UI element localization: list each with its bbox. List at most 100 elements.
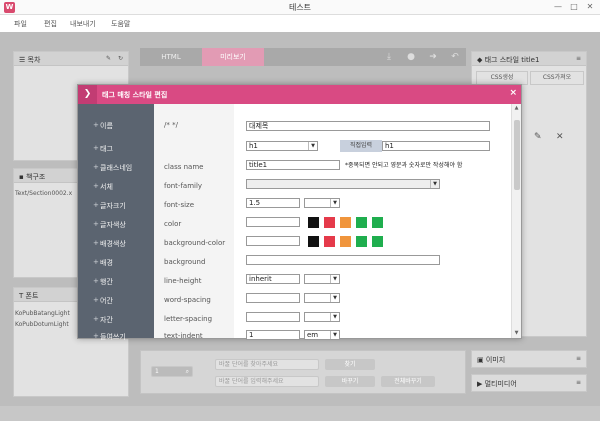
line-height-unit-select[interactable]: ▼ [304, 274, 340, 284]
tab-preview[interactable]: 미리보기 [202, 48, 264, 66]
dialog-scrollbar[interactable]: ▲ ▼ [511, 104, 521, 338]
fonts-title: T 폰트 [19, 292, 39, 300]
word-spacing-input[interactable] [246, 293, 300, 303]
search-scope[interactable]: 1 ⌕ [151, 366, 193, 377]
color-swatch-orange[interactable] [340, 217, 351, 228]
bg-swatch-green[interactable] [372, 236, 383, 247]
edit-icon[interactable]: ✎ [106, 55, 111, 62]
chevron-down-icon: ▼ [430, 180, 439, 188]
chevron-down-icon: ▼ [330, 275, 339, 283]
replace-input[interactable]: 바꿀 단어를 입력해주세요 [215, 376, 319, 387]
text-indent-input[interactable]: 1 [246, 330, 300, 340]
maximize-icon[interactable]: □ [568, 1, 580, 13]
css-import-button[interactable]: CSS가져오 [530, 71, 584, 85]
dialog-nav: 이름 태그 클래스네임 서체 글자크기 글자색상 배경색상 배경 행간 어간 자… [78, 104, 154, 341]
nav-item-color[interactable]: 글자색상 [93, 220, 126, 230]
color-swatch-black[interactable] [308, 217, 319, 228]
class-name-input[interactable]: title1 [246, 160, 340, 170]
book-structure-title: ▪ 책구조 [19, 173, 46, 181]
menu-icon[interactable]: ≡ [576, 379, 581, 386]
bg-swatch-black[interactable] [308, 236, 319, 247]
direct-tag-input[interactable]: h1 [382, 141, 490, 151]
background-input[interactable] [246, 255, 440, 265]
nav-item-word-spacing[interactable]: 어간 [93, 296, 113, 306]
refresh-icon[interactable]: ↻ [118, 55, 123, 62]
font-family-select[interactable]: ▼ [246, 179, 440, 189]
menu-edit[interactable]: 편집 [44, 19, 57, 29]
nav-item-bg-color[interactable]: 배경색상 [93, 239, 126, 249]
menu-export[interactable]: 내보내기 [70, 19, 96, 29]
font-size-input[interactable]: 1.5 [246, 198, 300, 208]
minimize-icon[interactable]: — [552, 1, 564, 13]
property-value-column: 대제목 h1 ▼ 직접입력 h1 title1 *중복되면 안되고 영문과 숫자로… [234, 104, 511, 340]
color-swatch-green[interactable] [356, 217, 367, 228]
letter-spacing-unit-select[interactable]: ▼ [304, 312, 340, 322]
color-swatch-red[interactable] [324, 217, 335, 228]
font-item[interactable]: KoPubBatangLight [15, 310, 70, 317]
find-input[interactable]: 바꿀 단어를 찾아주세요 [215, 359, 319, 370]
toc-title: ☰ 목차 [19, 56, 41, 64]
nav-item-font[interactable]: 서체 [93, 182, 113, 192]
book-file-path[interactable]: Text/Section0002.x [15, 190, 72, 197]
image-panel: ▣ 이미지 ≡ [471, 350, 587, 368]
nav-item-tag[interactable]: 태그 [93, 144, 113, 154]
replace-button[interactable]: 바꾸기 [325, 376, 375, 387]
font-size-unit-select[interactable]: ▼ [304, 198, 340, 208]
nav-item-font-size[interactable]: 글자크기 [93, 201, 126, 211]
replace-all-button[interactable]: 전체바꾸기 [381, 376, 435, 387]
nav-item-text-indent[interactable]: 들여쓰기 [93, 332, 126, 342]
color-input[interactable] [246, 217, 300, 227]
menu-help[interactable]: 도움말 [111, 19, 130, 29]
prop-letter-spacing: letter-spacing [164, 315, 213, 323]
scroll-thumb[interactable] [514, 120, 520, 190]
chevron-down-icon: ▼ [308, 142, 317, 150]
prop-font-size: font-size [164, 201, 195, 209]
chevron-down-icon: ▼ [330, 199, 339, 207]
menu-icon[interactable]: ≡ [576, 55, 581, 62]
menu-icon[interactable]: ≡ [576, 355, 581, 362]
dialog-header: ❯ 태그 매칭 스타일 편집 × [78, 85, 521, 104]
word-spacing-unit-select[interactable]: ▼ [304, 293, 340, 303]
download-icon[interactable]: ⤓ [382, 50, 396, 64]
scroll-down-icon[interactable]: ▼ [512, 329, 521, 338]
nav-item-line-height[interactable]: 행간 [93, 277, 113, 287]
tag-select[interactable]: h1 ▼ [246, 141, 318, 151]
delete-style-icon[interactable]: ✕ [556, 132, 564, 142]
text-indent-unit-select[interactable]: em ▼ [304, 330, 340, 340]
class-name-note: *중복되면 안되고 영문과 숫자로만 작성해야 함 [345, 162, 463, 169]
nav-item-letter-spacing[interactable]: 자간 [93, 315, 113, 325]
tag-select-value: h1 [249, 142, 258, 150]
prop-background: background [164, 258, 206, 266]
prop-class-name: class name [164, 163, 204, 171]
css-new-button[interactable]: CSS생성 [476, 71, 528, 85]
style-edit-dialog: ❯ 태그 매칭 스타일 편집 × 이름 태그 클래스네임 서체 글자크기 글자색… [77, 84, 522, 341]
nav-item-name[interactable]: 이름 [93, 121, 113, 131]
nav-item-classname[interactable]: 클래스네임 [93, 163, 132, 173]
scroll-up-icon[interactable]: ▲ [512, 104, 521, 113]
window-title: 테스트 [288, 3, 312, 12]
bg-swatch-orange[interactable] [340, 236, 351, 247]
bg-swatch-green[interactable] [356, 236, 367, 247]
find-button[interactable]: 찾기 [325, 359, 375, 370]
info-icon[interactable]: ● [404, 50, 418, 64]
line-height-input[interactable]: inherit [246, 274, 300, 284]
undo-icon[interactable]: ↶ [448, 50, 462, 64]
tab-html[interactable]: HTML [140, 48, 202, 66]
letter-spacing-input[interactable] [246, 312, 300, 322]
background-color-input[interactable] [246, 236, 300, 246]
chevron-down-icon: ▼ [330, 331, 339, 339]
color-swatch-green[interactable] [372, 217, 383, 228]
prop-line-height: line-height [164, 277, 202, 285]
style-name-input[interactable]: 대제목 [246, 121, 490, 131]
bg-swatch-red[interactable] [324, 236, 335, 247]
close-icon[interactable]: ✕ [584, 1, 596, 13]
toc-panel-header: ☰ 목차 ✎ ↻ [14, 52, 128, 66]
font-item[interactable]: KoPubDotumLight [15, 321, 69, 328]
property-name-column: /* */ class name font-family font-size c… [154, 104, 234, 340]
multimedia-panel: ▶ 멀티미디어 ≡ [471, 374, 587, 392]
redo-icon[interactable]: ➜ [426, 50, 440, 64]
menu-file[interactable]: 파일 [14, 19, 27, 29]
nav-item-background[interactable]: 배경 [93, 258, 113, 268]
dialog-close-icon[interactable]: × [509, 88, 517, 98]
edit-style-icon[interactable]: ✎ [534, 132, 542, 142]
